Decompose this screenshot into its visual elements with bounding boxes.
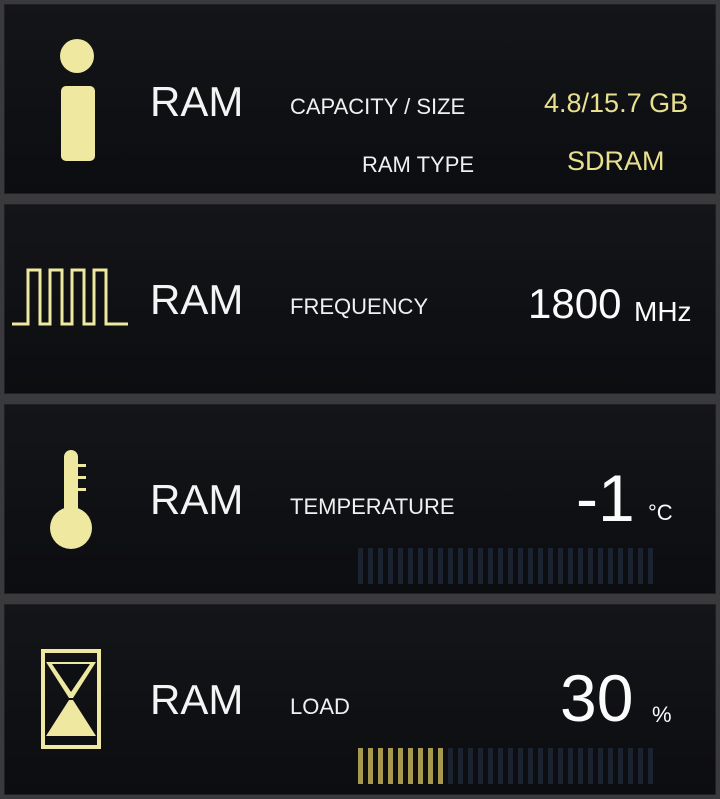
- level-segment: [358, 548, 363, 584]
- capacity-value: 4.8/15.7 GB: [544, 88, 689, 118]
- level-segment: [478, 548, 483, 584]
- level-segment: [648, 548, 653, 584]
- level-segment: [518, 548, 523, 584]
- panel-title: RAM: [150, 676, 244, 723]
- level-segment: [478, 748, 483, 784]
- load-label: LOAD: [290, 694, 350, 719]
- level-segment: [618, 748, 623, 784]
- level-segment: [628, 548, 633, 584]
- level-segment: [518, 748, 523, 784]
- load-value: 30: [560, 661, 634, 735]
- load-level-bar: [358, 748, 653, 784]
- level-segment: [468, 548, 473, 584]
- temperature-level-bar: [358, 548, 653, 584]
- level-segment: [438, 748, 443, 784]
- level-segment: [568, 548, 573, 584]
- level-segment: [428, 548, 433, 584]
- level-segment: [398, 548, 403, 584]
- ram-frequency-panel: RAM FREQUENCY 1800 MHz: [4, 204, 716, 394]
- level-segment: [588, 548, 593, 584]
- panel-title: RAM: [150, 276, 244, 323]
- panel-title: RAM: [150, 476, 244, 523]
- level-segment: [498, 748, 503, 784]
- panel-title: RAM: [150, 78, 244, 125]
- level-segment: [538, 748, 543, 784]
- level-segment: [538, 548, 543, 584]
- level-segment: [548, 748, 553, 784]
- level-segment: [508, 748, 513, 784]
- frequency-label: FREQUENCY: [290, 294, 429, 319]
- level-segment: [428, 748, 433, 784]
- level-segment: [588, 748, 593, 784]
- ram-temperature-panel: RAM TEMPERATURE -1 °C: [4, 404, 716, 594]
- ram-load-panel: RAM LOAD 30 %: [4, 604, 716, 795]
- capacity-label: CAPACITY / SIZE: [290, 94, 466, 119]
- ram-type-value: SDRAM: [567, 146, 665, 176]
- square-wave-icon: [12, 268, 128, 326]
- temperature-unit: °C: [648, 500, 673, 525]
- level-segment: [488, 748, 493, 784]
- level-segment: [488, 548, 493, 584]
- level-segment: [398, 748, 403, 784]
- level-segment: [498, 548, 503, 584]
- level-segment: [548, 548, 553, 584]
- level-segment: [508, 548, 513, 584]
- level-segment: [578, 548, 583, 584]
- ram-capacity-panel: RAM CAPACITY / SIZE 4.8/15.7 GB RAM TYPE…: [4, 4, 716, 194]
- frequency-unit: MHz: [634, 296, 692, 327]
- level-segment: [418, 548, 423, 584]
- level-segment: [458, 748, 463, 784]
- level-segment: [648, 748, 653, 784]
- level-segment: [558, 748, 563, 784]
- level-segment: [368, 748, 373, 784]
- hourglass-icon: [41, 649, 101, 749]
- ram-type-label: RAM TYPE: [362, 152, 475, 177]
- level-segment: [378, 548, 383, 584]
- level-segment: [598, 748, 603, 784]
- level-segment: [408, 748, 413, 784]
- frequency-value: 1800: [528, 280, 622, 327]
- level-segment: [608, 548, 613, 584]
- level-segment: [388, 548, 393, 584]
- thermometer-icon: [50, 450, 92, 549]
- load-unit: %: [652, 702, 672, 727]
- level-segment: [468, 748, 473, 784]
- level-segment: [578, 748, 583, 784]
- level-segment: [528, 548, 533, 584]
- level-segment: [638, 548, 643, 584]
- level-segment: [608, 748, 613, 784]
- level-segment: [368, 548, 373, 584]
- level-segment: [418, 748, 423, 784]
- temperature-value: -1: [576, 461, 635, 535]
- level-segment: [378, 748, 383, 784]
- level-segment: [638, 748, 643, 784]
- level-segment: [358, 748, 363, 784]
- level-segment: [448, 548, 453, 584]
- level-segment: [558, 548, 563, 584]
- level-segment: [388, 748, 393, 784]
- level-segment: [458, 548, 463, 584]
- level-segment: [528, 748, 533, 784]
- level-segment: [598, 548, 603, 584]
- level-segment: [438, 548, 443, 584]
- level-segment: [448, 748, 453, 784]
- level-segment: [568, 748, 573, 784]
- level-segment: [628, 748, 633, 784]
- temperature-label: TEMPERATURE: [290, 494, 455, 519]
- info-icon: [60, 39, 95, 161]
- level-segment: [408, 548, 413, 584]
- level-segment: [618, 548, 623, 584]
